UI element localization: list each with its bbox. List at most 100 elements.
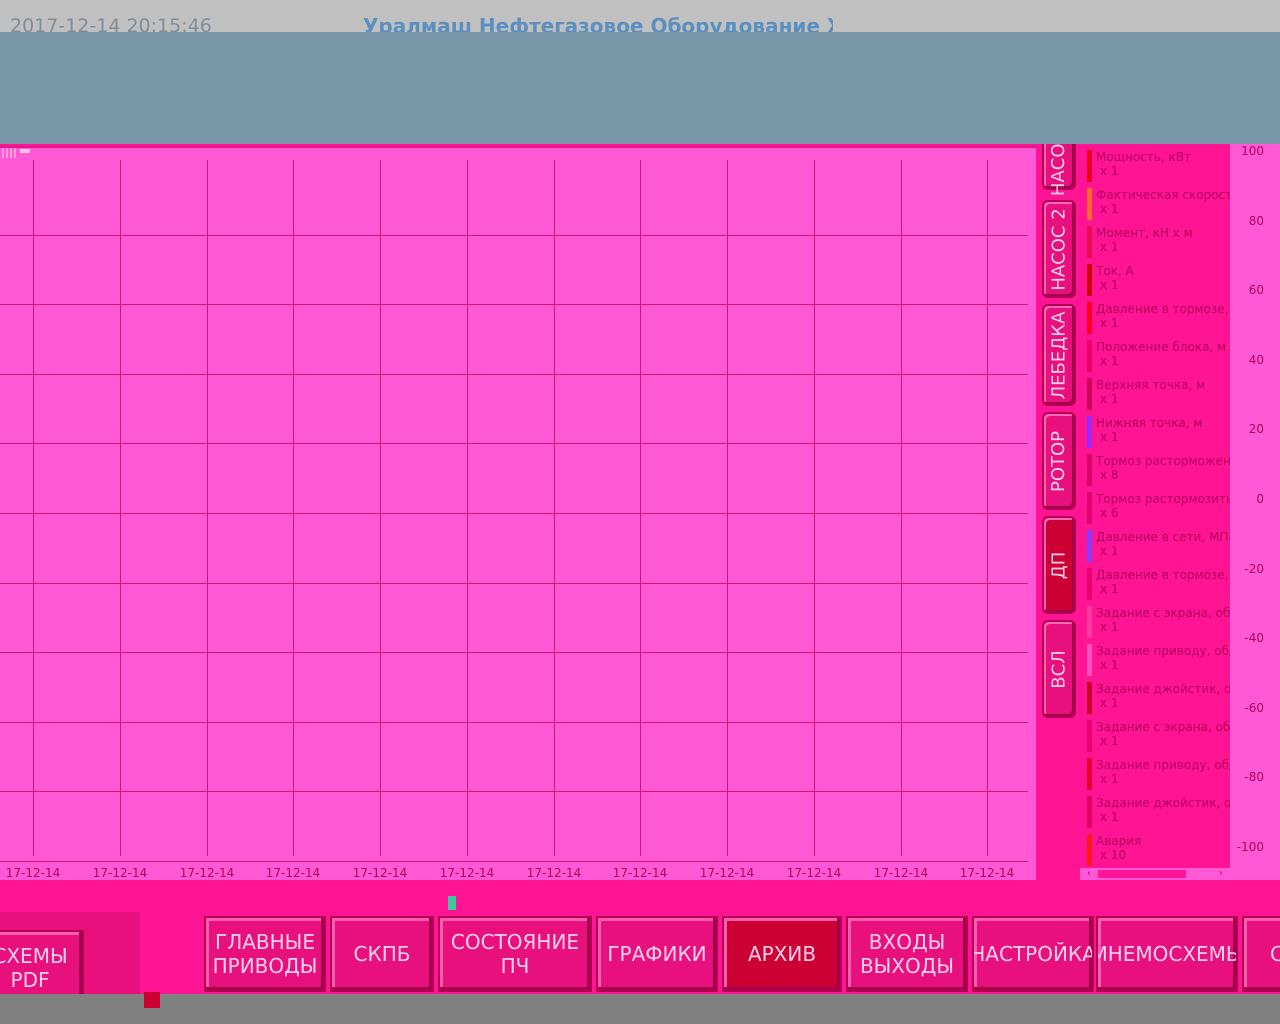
legend-item[interactable]: Задание приводу, об/минx 1 [1084, 756, 1230, 792]
scroll-right-icon[interactable]: › [1214, 868, 1228, 880]
nav-button-4[interactable]: ГРАФИКИ [596, 916, 718, 992]
nav-button-6[interactable]: ВХОДЫ ВЫХОДЫ [846, 916, 968, 992]
legend-item[interactable]: Задание с экрана, об/минx 1 [1084, 718, 1230, 754]
x-tick-date: 17-12-14 [873, 866, 929, 880]
x-tick-date: 17-12-14 [786, 866, 842, 880]
legend-swatch [1087, 720, 1092, 752]
legend-item[interactable]: Задание с экрана, об/минx 1 [1084, 604, 1230, 640]
legend-item[interactable]: Момент, кН х мx 1 [1084, 224, 1230, 260]
legend-name: Давление в сети, МПа [1096, 530, 1230, 544]
side-tab-1[interactable]: НАСОС [1042, 130, 1076, 196]
legend-swatch [1087, 188, 1092, 220]
legend-scale: x 6 [1100, 506, 1119, 520]
legend-scale: x 1 [1100, 810, 1119, 824]
x-tick-date: 17-12-14 [5, 866, 61, 880]
x-tick-date: 17-12-14 [612, 866, 668, 880]
legend-swatch [1087, 644, 1092, 676]
nav-button-9[interactable]: С [1242, 916, 1280, 992]
y-axis: 100 80 60 40 20 0 -20 -40 -60 -80 -100 [1230, 144, 1280, 880]
legend-scale: x 1 [1100, 696, 1119, 710]
legend-scale: x 1 [1100, 278, 1119, 292]
x-tick-label: 17-12-14 [605, 866, 675, 880]
header-banner [0, 32, 1280, 144]
legend-name: Нижняя точка, м [1096, 416, 1203, 430]
scroll-thumb[interactable] [1098, 870, 1186, 878]
legend-scale: x 1 [1100, 658, 1119, 672]
top-bar: 2017-12-14 20:15:46 Уралмаш Нефтегазовое… [0, 0, 1280, 38]
bottom-strip [0, 994, 1280, 1024]
legend-item[interactable]: Фактическая скорость, об/минx 1 [1084, 186, 1230, 222]
side-tab-2[interactable]: НАСОС 2 [1042, 200, 1076, 298]
legend-name: Тормоз растормозить [1096, 492, 1230, 506]
nav-button-7[interactable]: НАСТРОЙКА [972, 916, 1094, 992]
x-tick-label: 17-12-14 [692, 866, 762, 880]
legend-scale: x 8 [1100, 468, 1119, 482]
nav-button-2[interactable]: СКПБ [330, 916, 434, 992]
scada-window: 2017-12-14 20:15:46 Уралмаш Нефтегазовое… [0, 0, 1280, 1024]
x-tick-date: 17-12-14 [92, 866, 148, 880]
chart-grip-icon[interactable] [0, 147, 32, 159]
nav-button-1[interactable]: ГЛАВНЫЕ ПРИВОДЫ [204, 916, 326, 992]
x-tick-label: 17-12-14 [432, 866, 502, 880]
legend-scale: x 1 [1100, 772, 1119, 786]
legend-scrollbar[interactable]: ‹ › [1080, 868, 1230, 880]
legend-name: Мощность, кВт [1096, 150, 1191, 164]
x-tick-date: 17-12-14 [179, 866, 235, 880]
time-scroll-marker[interactable] [448, 896, 456, 910]
legend-scale: x 1 [1100, 430, 1119, 444]
y-tick-label: 20 [1248, 422, 1264, 436]
legend-name: Задание джойстик, об/мин [1096, 796, 1230, 810]
legend-item[interactable]: Авария x 10 [1084, 832, 1230, 866]
side-tab-5[interactable]: ДП [1042, 516, 1076, 614]
x-tick-label: 17-12-14 [779, 866, 849, 880]
legend-scale: x 1 [1100, 354, 1119, 368]
legend-item[interactable]: Задание джойстик, об/минx 1 [1084, 680, 1230, 716]
legend-item[interactable]: Давление в тормозе, МПаx 1 [1084, 566, 1230, 602]
legend-item[interactable]: Тормоз растормозить x 6 [1084, 490, 1230, 526]
legend-scale: x 1 [1100, 582, 1119, 596]
x-tick-date: 17-12-14 [959, 866, 1015, 880]
nav-button-8[interactable]: МНЕМОСХЕМЫ [1096, 916, 1238, 992]
side-tab-3[interactable]: ЛЕБЕДКА [1042, 304, 1076, 406]
legend-scale: x 1 [1100, 164, 1119, 178]
legend-swatch [1087, 606, 1092, 638]
nav-button-5[interactable]: АРХИВ [722, 916, 842, 992]
legend-swatch [1087, 682, 1092, 714]
legend-name: Верхняя точка, м [1096, 378, 1206, 392]
legend-scale: x 1 [1100, 392, 1119, 406]
legend-item[interactable]: Мощность, кВт x 1 [1084, 148, 1230, 184]
legend-name: Задание с экрана, об/мин [1096, 606, 1230, 620]
x-tick-date: 17-12-14 [699, 866, 755, 880]
legend-scale: x 10 [1100, 848, 1127, 862]
x-tick-label: 17-12-14 [952, 866, 1022, 880]
y-tick-label: -80 [1244, 770, 1264, 784]
side-tab-6[interactable]: ВСЛ [1042, 620, 1076, 718]
legend-name: Фактическая скорость, об/мин [1096, 188, 1230, 202]
side-tab-4[interactable]: РОТОР [1042, 412, 1076, 510]
legend-scale: x 1 [1100, 316, 1119, 330]
legend-swatch [1087, 150, 1092, 182]
legend-item[interactable]: Ток, Аx 1 [1084, 262, 1230, 298]
nav-button-3[interactable]: СОСТОЯНИЕ ПЧ [438, 916, 592, 992]
legend-item[interactable]: Тормоз расторможен x 8 [1084, 452, 1230, 488]
legend-item[interactable]: Верхняя точка, мx 1 [1084, 376, 1230, 412]
legend-swatch [1087, 492, 1092, 524]
side-tab-label: РОТОР [1048, 430, 1070, 492]
scroll-left-icon[interactable]: ‹ [1082, 868, 1096, 880]
legend-item[interactable]: Давление в сети, МПа x 1 [1084, 528, 1230, 564]
status-indicator [144, 992, 160, 1008]
legend-item[interactable]: Задание приводу, об/минx 1 [1084, 642, 1230, 678]
y-tick-label: 60 [1248, 283, 1264, 297]
legend-swatch [1087, 530, 1092, 562]
legend-item[interactable]: Давление в тормозе, МПаx 1 [1084, 300, 1230, 336]
legend-swatch [1087, 340, 1092, 372]
legend-item[interactable]: Положение блока, мx 1 [1084, 338, 1230, 374]
legend-swatch [1087, 378, 1092, 410]
time-scrollbar[interactable] [0, 880, 1280, 912]
legend-item[interactable]: Задание джойстик, об/минx 1 [1084, 794, 1230, 830]
x-tick-date: 17-12-14 [439, 866, 495, 880]
legend-panel[interactable]: Мощность, кВтx 1Фактическая скорость, об… [1080, 146, 1230, 866]
y-tick-label: 100 [1241, 144, 1264, 158]
legend-swatch [1087, 416, 1092, 448]
legend-item[interactable]: Нижняя точка, мx 1 [1084, 414, 1230, 450]
